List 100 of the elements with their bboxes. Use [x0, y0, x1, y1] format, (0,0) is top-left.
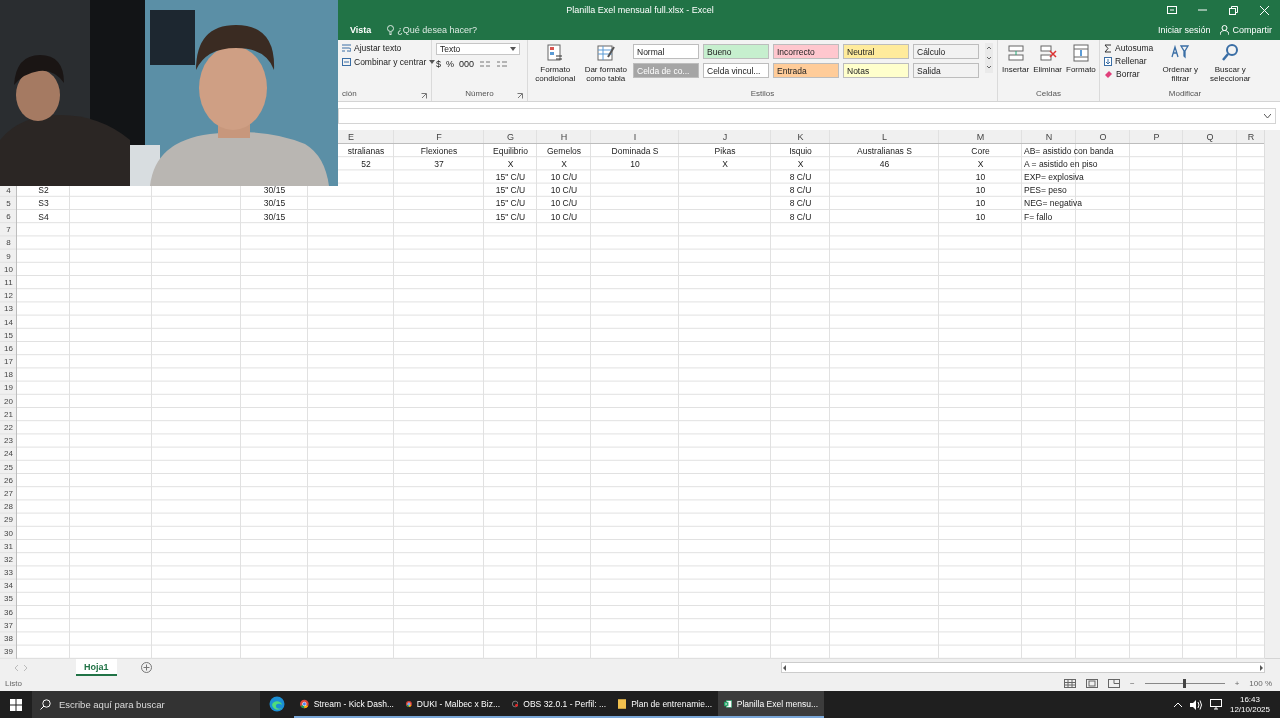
row-header[interactable]: 17	[0, 355, 17, 369]
column-header[interactable]: J	[679, 130, 771, 144]
windows-start-icon[interactable]	[10, 698, 22, 711]
zoom-out-button[interactable]: −	[1129, 679, 1135, 689]
column-header[interactable]: I	[591, 130, 679, 144]
cell-style-option[interactable]: Celda vincul...	[703, 63, 769, 78]
column-header[interactable]: R	[1237, 130, 1265, 144]
vertical-scrollbar[interactable]	[1264, 130, 1280, 659]
editing-button[interactable]: Borrar	[1104, 69, 1154, 79]
row-header[interactable]: 34	[0, 579, 17, 593]
clock[interactable]: 16:43 12/10/2025	[1229, 694, 1270, 715]
row-header[interactable]: 18	[0, 368, 17, 382]
editing-command-button[interactable]: Ordenar y filtrar	[1157, 43, 1204, 89]
row-header[interactable]: 27	[0, 486, 17, 501]
taskbar-button[interactable]: OBS 32.0.1 - Perfil: ...	[506, 691, 612, 719]
sheet-tab[interactable]: Hoja1	[76, 659, 117, 677]
cells-command-button[interactable]: Eliminar	[1033, 43, 1063, 89]
row-header[interactable]: 15	[0, 328, 17, 342]
ribbon-display-icon[interactable]	[1166, 6, 1177, 14]
cell-style-option[interactable]: Normal	[633, 44, 699, 59]
row-header[interactable]: 10	[0, 262, 17, 276]
row-header[interactable]: 23	[0, 434, 17, 448]
number-format-button[interactable]: 000	[459, 59, 475, 69]
cells-command-button[interactable]: Insertar	[1002, 43, 1030, 89]
row-header[interactable]: 20	[0, 394, 17, 408]
row-header[interactable]: 24	[0, 447, 17, 461]
row-header[interactable]: 12	[0, 289, 17, 303]
cell-style-option[interactable]: Salida	[913, 63, 979, 78]
tell-me-field[interactable]: ¿Qué desea hacer?	[397, 25, 477, 35]
row-header[interactable]: 22	[0, 420, 17, 435]
taskbar-search-field[interactable]: Escribe aquí para buscar	[32, 691, 260, 719]
style-command-button[interactable]: Dar formato como tabla	[582, 43, 629, 89]
add-sheet-icon[interactable]	[140, 662, 152, 674]
ribbon-tab[interactable]: Vista	[348, 23, 374, 37]
scroll-right-icon[interactable]	[1258, 664, 1264, 671]
cell-style-option[interactable]: Bueno	[703, 44, 769, 59]
row-header[interactable]: 13	[0, 302, 17, 316]
row-header[interactable]: 8	[0, 236, 17, 250]
column-header[interactable]: O	[1076, 130, 1130, 144]
row-header[interactable]: 33	[0, 566, 17, 580]
taskbar-button[interactable]: DUKI - Malbec x Biz...	[400, 691, 506, 719]
sign-in-link[interactable]: Iniciar sesión	[1157, 25, 1211, 35]
network-icon[interactable]	[1209, 699, 1222, 711]
row-header[interactable]: 11	[0, 275, 17, 290]
speaker-icon[interactable]	[1189, 699, 1202, 710]
scroll-left-icon[interactable]	[782, 664, 788, 671]
row-header[interactable]: 4	[0, 183, 17, 197]
row-header[interactable]: 29	[0, 513, 17, 527]
column-header[interactable]: M	[939, 130, 1022, 144]
row-header[interactable]: 6	[0, 209, 17, 224]
column-header[interactable]: G	[484, 130, 537, 144]
column-header[interactable]: P	[1130, 130, 1183, 144]
column-header[interactable]: K	[771, 130, 830, 144]
row-header[interactable]: 21	[0, 407, 17, 421]
cell-style-option[interactable]: Incorrecto	[773, 44, 839, 59]
close-icon[interactable]	[1260, 5, 1269, 15]
editing-button[interactable]: Autosuma	[1104, 43, 1154, 53]
column-header[interactable]: Q	[1183, 130, 1237, 144]
number-format-button[interactable]: %	[446, 59, 455, 69]
column-header[interactable]: F	[394, 130, 484, 144]
row-header[interactable]: 30	[0, 526, 17, 540]
style-command-button[interactable]: Formato condicional	[532, 43, 579, 89]
editing-command-button[interactable]: Buscar y seleccionar	[1207, 43, 1254, 89]
row-header[interactable]: 32	[0, 552, 17, 566]
number-format-dropdown[interactable]: Texto	[436, 43, 520, 55]
row-header[interactable]: 25	[0, 460, 17, 474]
chevron-up-icon[interactable]	[1173, 702, 1182, 708]
taskbar-button[interactable]: Stream - Kick Dash...	[294, 691, 400, 719]
page-break-icon[interactable]	[1107, 679, 1120, 689]
zoom-in-button[interactable]: +	[1234, 679, 1240, 689]
row-header[interactable]: 35	[0, 592, 17, 606]
column-header[interactable]: L	[830, 130, 939, 144]
horizontal-scrollbar[interactable]	[781, 662, 1265, 674]
cell-style-option[interactable]: Cálculo	[913, 44, 979, 59]
taskbar-button[interactable]: Planilla Exel mensu...	[718, 691, 824, 719]
wrap-text-button[interactable]: Ajustar texto	[342, 43, 436, 53]
row-header[interactable]: 14	[0, 315, 17, 329]
row-header[interactable]: 38	[0, 631, 17, 646]
cell-style-option[interactable]: Neutral	[843, 44, 909, 59]
dialog-launcher-icon[interactable]	[517, 93, 523, 99]
row-header[interactable]: 19	[0, 381, 17, 395]
share-button[interactable]: Compartir	[1232, 25, 1272, 35]
row-header[interactable]: 5	[0, 196, 17, 210]
zoom-level[interactable]: 100 %	[1249, 679, 1272, 689]
row-header[interactable]: 9	[0, 249, 17, 263]
row-header[interactable]: 37	[0, 618, 17, 632]
number-format-button[interactable]: $	[436, 59, 441, 69]
column-header[interactable]: H	[537, 130, 591, 144]
editing-button[interactable]: Rellenar	[1104, 56, 1154, 66]
cell-style-option[interactable]: Notas	[843, 63, 909, 78]
merge-center-button[interactable]: Combinar y centrar	[342, 57, 436, 67]
row-header[interactable]: 31	[0, 539, 17, 553]
page-layout-icon[interactable]	[1085, 679, 1098, 689]
row-header[interactable]: 36	[0, 605, 17, 619]
normal-view-icon[interactable]	[1063, 679, 1076, 689]
restore-icon[interactable]	[1229, 5, 1238, 15]
cell-style-option[interactable]: Entrada	[773, 63, 839, 78]
row-header[interactable]: 28	[0, 500, 17, 514]
row-header[interactable]: 16	[0, 341, 17, 355]
cells-command-button[interactable]: Formato	[1066, 43, 1096, 89]
